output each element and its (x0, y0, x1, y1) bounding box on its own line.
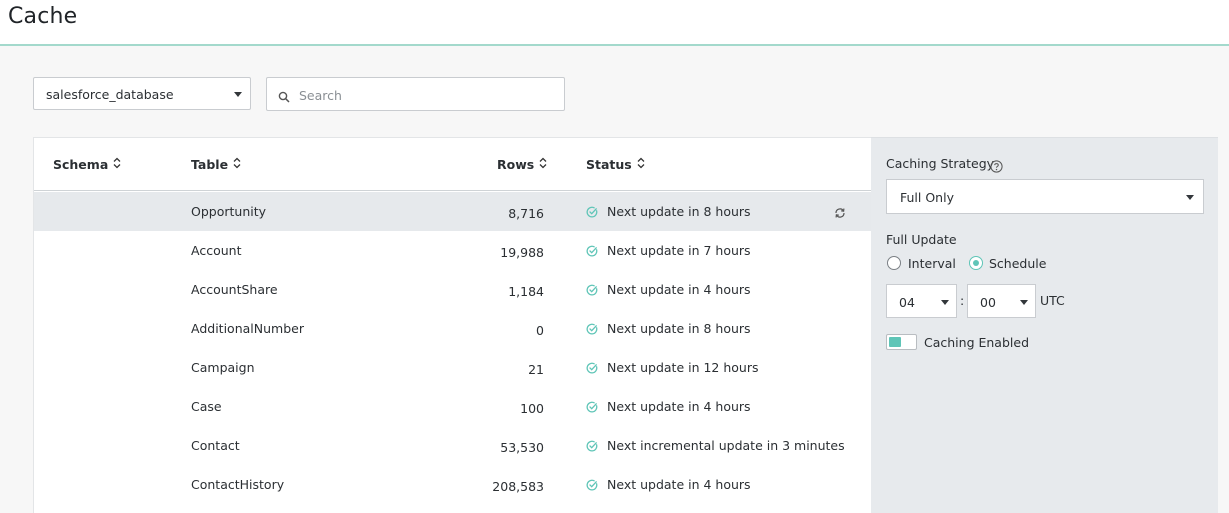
database-select[interactable]: salesforce_database (33, 77, 251, 110)
row-count-cell: 19,988 (500, 245, 544, 260)
check-circle-icon (586, 476, 598, 495)
sort-icon (637, 157, 645, 172)
table-row[interactable]: ContactHistory 208,583 Next update in 4 ho… (34, 465, 871, 504)
schedule-label: Schedule (989, 256, 1047, 271)
table-name-cell: ContactHistory (191, 477, 285, 492)
column-header-table[interactable]: Table (191, 157, 241, 172)
sort-icon (233, 157, 241, 172)
refresh-icon[interactable] (834, 204, 846, 223)
help-icon[interactable] (990, 158, 1003, 177)
chevron-down-icon (1186, 195, 1194, 200)
column-header-rows[interactable]: Rows (497, 157, 547, 172)
check-circle-icon (586, 398, 598, 417)
check-circle-icon (586, 281, 598, 300)
hour-value: 04 (899, 295, 915, 310)
table-row[interactable]: Contact 53,530 Next incremental update in … (34, 426, 871, 465)
row-count-cell: 8,716 (508, 206, 544, 221)
table-name-cell: Campaign (191, 360, 255, 375)
hour-select[interactable]: 04 (886, 284, 957, 318)
status-cell: Next update in 4 hours (607, 399, 751, 414)
minute-value: 00 (980, 295, 996, 310)
status-cell: Next incremental update in 3 minutes (607, 438, 845, 453)
status-cell: Next update in 4 hours (607, 282, 751, 297)
column-header-status[interactable]: Status (586, 157, 645, 172)
column-header-schema[interactable]: Schema (53, 157, 121, 172)
caching-enabled-label: Caching Enabled (924, 335, 1029, 350)
timezone-label: UTC (1040, 293, 1065, 308)
search-input[interactable] (297, 84, 556, 106)
table-row[interactable]: AdditionalNumber 0 Next update in 8 hours (34, 309, 871, 348)
search-icon (278, 88, 290, 107)
cache-settings-panel: Caching Strategy Full Only Full Update I… (871, 137, 1218, 513)
chevron-down-icon (1020, 300, 1028, 305)
search-box[interactable] (266, 77, 565, 111)
status-cell: Next update in 4 hours (607, 477, 751, 492)
chevron-down-icon (234, 92, 242, 97)
row-count-cell: 208,583 (492, 479, 544, 494)
table-row[interactable]: Case 100 Next update in 4 hours (34, 387, 871, 426)
table-row[interactable]: AccountShare 1,184 Next update in 4 hours (34, 270, 871, 309)
table-row[interactable]: Opportunity 8,716 Next update in 8 hours (34, 192, 871, 231)
minute-select[interactable]: 00 (967, 284, 1036, 318)
row-count-cell: 53,530 (500, 440, 544, 455)
caching-enabled-toggle[interactable] (886, 334, 917, 350)
sort-icon (539, 157, 547, 172)
table-name-cell: AccountShare (191, 282, 278, 297)
database-select-value: salesforce_database (46, 87, 174, 102)
table-name-cell: Contact (191, 438, 240, 453)
row-count-cell: 0 (536, 323, 544, 338)
full-update-label: Full Update (886, 232, 957, 247)
time-separator: : (960, 293, 965, 308)
table-row[interactable]: Campaign 21 Next update in 12 hours (34, 348, 871, 387)
interval-radio[interactable] (887, 256, 901, 270)
interval-label: Interval (908, 256, 956, 271)
check-circle-icon (586, 359, 598, 378)
column-header-label: Table (191, 157, 229, 172)
row-count-cell: 21 (528, 362, 544, 377)
table-name-cell: AdditionalNumber (191, 321, 304, 336)
chevron-down-icon (941, 300, 949, 305)
status-cell: Next update in 8 hours (607, 321, 751, 336)
caching-strategy-select[interactable]: Full Only (886, 179, 1204, 214)
table-name-cell: Account (191, 243, 242, 258)
caching-strategy-value: Full Only (900, 190, 954, 205)
cache-table: Schema Table Rows Status Opportunity 8,71… (33, 137, 871, 513)
sort-icon (113, 157, 121, 172)
toggle-knob (889, 337, 901, 347)
table-name-cell: Opportunity (191, 204, 267, 219)
check-circle-icon (586, 320, 598, 339)
table-name-cell: Case (191, 399, 222, 414)
status-cell: Next update in 8 hours (607, 204, 751, 219)
check-circle-icon (586, 203, 598, 222)
column-header-label: Status (586, 157, 632, 172)
check-circle-icon (586, 437, 598, 456)
row-count-cell: 1,184 (508, 284, 544, 299)
page-title: Cache (8, 4, 78, 29)
column-header-label: Schema (53, 157, 109, 172)
row-count-cell: 100 (520, 401, 544, 416)
caching-strategy-label: Caching Strategy (886, 156, 995, 171)
column-header-label: Rows (497, 157, 535, 172)
schedule-radio[interactable] (969, 256, 983, 270)
check-circle-icon (586, 242, 598, 261)
page-header: Cache (0, 0, 1229, 46)
status-cell: Next update in 12 hours (607, 360, 759, 375)
table-row[interactable]: Account 19,988 Next update in 7 hours (34, 231, 871, 270)
table-header: Schema Table Rows Status (34, 138, 871, 191)
status-cell: Next update in 7 hours (607, 243, 751, 258)
